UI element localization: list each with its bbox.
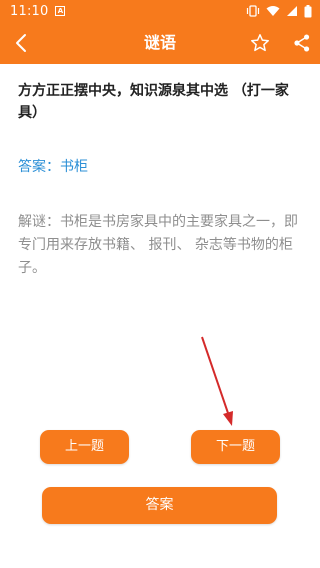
show-answer-button[interactable]: 答案 [42,487,277,524]
next-question-button[interactable]: 下一题 [191,430,280,464]
share-icon[interactable] [291,32,313,54]
riddle-question: 方方正正摆中央，知识源泉其中选 （打一家具） [18,83,289,121]
status-time: 11:10 [10,3,49,19]
star-outline-icon[interactable] [249,32,271,54]
notification-icon: A [55,6,66,16]
riddle-screen: 11:10 A 谜语 方方正正摆中央，知识源泉其中选 （打一家具） 答案：书柜 … [0,0,320,568]
app-bar: 谜语 [0,22,320,64]
chevron-left-icon[interactable] [10,31,34,55]
wifi-icon [266,6,280,16]
vibrate-icon [246,5,260,17]
status-icons [246,4,312,18]
status-bar: 11:10 A [0,0,320,22]
riddle-explanation: 解谜：书柜是书房家具中的主要家具之一，即专门用来存放书籍、 报刊、 杂志等书物的… [18,214,298,276]
signal-icon [287,6,297,16]
riddle-answer: 答案：书柜 [18,159,88,175]
page-title: 谜语 [143,33,176,52]
prev-question-button[interactable]: 上一题 [40,430,129,464]
battery-icon [304,4,312,17]
